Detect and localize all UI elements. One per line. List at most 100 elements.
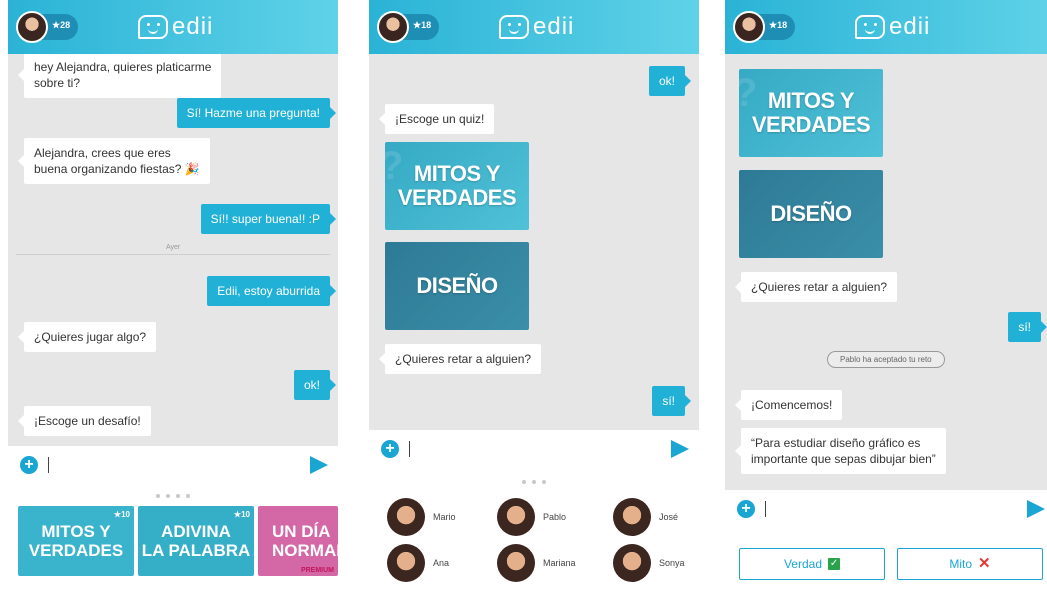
message-user: ok!	[648, 66, 692, 96]
message-user: Edii, estoy aburrida	[207, 276, 336, 306]
points-badge: ★28	[52, 20, 71, 30]
message-bot: ¿Quieres retar a alguien?	[734, 272, 898, 302]
chat-face-icon	[138, 15, 168, 39]
avatar	[497, 544, 535, 582]
message-composer: +	[725, 490, 1047, 528]
avatar	[387, 498, 425, 536]
app-logo: edii	[138, 12, 213, 42]
chat-face-icon	[499, 15, 529, 39]
chat-screen-2: ok! ¡Escoge un quiz! ? MITOS Y VERDADES …	[369, 0, 699, 593]
send-icon[interactable]	[1027, 500, 1045, 518]
message-bot: ¡Comencemos!	[734, 390, 843, 420]
send-icon[interactable]	[310, 456, 328, 474]
true-label: Verdad	[783, 557, 823, 571]
challenge-tray: MITOS Y VERDADES ★10 ADIVINA LA PALABRA …	[8, 484, 338, 593]
logo-text: edii	[889, 13, 931, 40]
friend-name: Sonya	[659, 558, 685, 568]
cross-icon: ✕	[978, 555, 991, 572]
card-cost: ★10	[233, 510, 250, 519]
date-divider	[16, 254, 330, 255]
friend-name: Pablo	[543, 512, 567, 522]
quiz-card-mitos[interactable]: ? MITOS Y VERDADES	[385, 142, 529, 230]
premium-badge: PREMIUM	[300, 567, 334, 574]
add-icon[interactable]: +	[737, 500, 755, 518]
challenge-card-adivina[interactable]: ADIVINA LA PALABRA ★10	[138, 506, 254, 576]
message-bot: hey Alejandra, quieres platicarme sobre …	[17, 52, 222, 98]
avatar	[613, 544, 651, 582]
app-header: ★18 edii	[725, 0, 1047, 54]
message-bot: ¿Quieres retar a alguien?	[378, 344, 542, 374]
false-label: Mito	[949, 557, 973, 571]
app-logo: edii	[855, 12, 930, 42]
challenge-card-un-dia-normal[interactable]: UN DÍA NORMAL PREMIUM	[258, 506, 338, 576]
message-bot: ¿Quieres jugar algo?	[17, 322, 157, 352]
challenge-card-mitos[interactable]: MITOS Y VERDADES ★10	[18, 506, 134, 576]
date-divider-label: Ayer	[166, 244, 181, 251]
avatar	[497, 498, 535, 536]
send-icon[interactable]	[671, 440, 689, 458]
message-composer: +	[369, 430, 699, 468]
friend-name: Ana	[433, 558, 450, 568]
card-cost: ★10	[113, 510, 130, 519]
quiz-title: MITOS Y VERDADES	[397, 161, 517, 210]
avatar	[387, 544, 425, 582]
friend-jose[interactable]: José	[613, 498, 678, 536]
message-bot: Alejandra, crees que eres buena organiza…	[18, 138, 210, 184]
friend-name: Mario	[433, 512, 456, 522]
friend-sonya[interactable]: Sonya	[613, 544, 685, 582]
friends-tray: Mario Pablo José Ana Mariana Sonya	[369, 468, 699, 593]
friend-mario[interactable]: Mario	[387, 498, 456, 536]
message-bot: ¡Escoge un desafío!	[18, 406, 151, 436]
quiz-title: MITOS Y VERDADES	[751, 88, 871, 137]
logo-text: edii	[172, 13, 214, 40]
avatar	[613, 498, 651, 536]
friend-name: José	[659, 512, 679, 522]
friend-name: Mariana	[543, 558, 576, 568]
friend-mariana[interactable]: Mariana	[497, 544, 576, 582]
avatar	[377, 11, 409, 43]
app-header: ★28 edii	[8, 0, 338, 54]
app-header: ★18 edii	[369, 0, 699, 54]
message-composer: +	[8, 446, 338, 484]
avatar	[16, 11, 48, 43]
message-user: Sí! Hazme una pregunta!	[176, 98, 337, 128]
friend-pablo[interactable]: Pablo	[497, 498, 566, 536]
false-button[interactable]: Mito ✕	[897, 548, 1043, 580]
message-user: sí!	[1008, 312, 1047, 342]
avatar	[733, 11, 765, 43]
pager-dots[interactable]	[522, 480, 546, 484]
logo-text: edii	[533, 13, 575, 40]
card-title: MITOS Y VERDADES	[28, 522, 124, 560]
message-input[interactable]	[48, 457, 49, 473]
quiz-title: DISEÑO	[416, 273, 498, 298]
quiz-card-mitos[interactable]: ? MITOS Y VERDADES	[739, 69, 883, 157]
pager-dots[interactable]	[156, 494, 190, 498]
points-badge: ★18	[413, 20, 432, 30]
profile-button[interactable]: ★18	[377, 11, 439, 43]
system-notice: Pablo ha aceptado tu reto	[827, 351, 945, 368]
quiz-title: DISEÑO	[770, 201, 852, 226]
app-logo: edii	[499, 12, 574, 42]
chat-screen-3: ? MITOS Y VERDADES DISEÑO ¿Quieres retar…	[725, 0, 1047, 593]
chat-screen-1: hey Alejandra, quieres platicarme sobre …	[8, 0, 338, 593]
message-bot: ¡Escoge un quiz!	[378, 104, 495, 134]
profile-button[interactable]: ★28	[16, 11, 78, 43]
chat-face-icon	[855, 15, 885, 39]
add-icon[interactable]: +	[20, 456, 38, 474]
card-title: ADIVINA LA PALABRA	[141, 522, 251, 560]
profile-button[interactable]: ★18	[733, 11, 795, 43]
message-user: Sí!! super buena!! :P	[200, 204, 337, 234]
card-title: UN DÍA NORMAL	[272, 522, 338, 560]
checkmark-icon: ✓	[828, 558, 841, 570]
true-button[interactable]: Verdad ✓	[739, 548, 885, 580]
points-badge: ★18	[769, 20, 788, 30]
message-bot: “Para estudiar diseño gráfico es importa…	[735, 428, 946, 474]
message-input[interactable]	[409, 441, 410, 457]
message-user: sí!	[652, 386, 691, 416]
quiz-card-diseno[interactable]: DISEÑO	[739, 170, 883, 258]
message-input[interactable]	[765, 501, 766, 517]
quiz-card-diseno[interactable]: DISEÑO	[385, 242, 529, 330]
friend-ana[interactable]: Ana	[387, 544, 449, 582]
message-user: ok!	[293, 370, 337, 400]
add-icon[interactable]: +	[381, 440, 399, 458]
